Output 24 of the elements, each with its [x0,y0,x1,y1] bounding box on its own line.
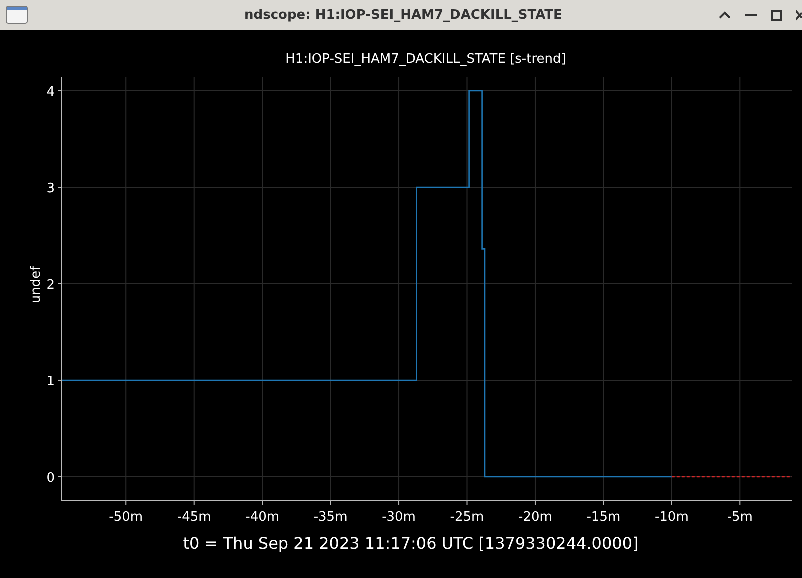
x-tick-label: -50m [109,510,144,525]
y-tick-label: 0 [46,470,55,486]
time-origin-label: t0 = Thu Sep 21 2023 11:17:06 UTC [1379330244.0000] [182,534,640,553]
x-tick-label: -10m [654,510,689,525]
x-tick-label: -35m [314,510,348,525]
y-tick-label: 2 [46,278,55,293]
x-tick-label: -45m [177,510,212,525]
y-tick-label: 1 [46,374,55,390]
x-tick-label: -25m [450,510,484,525]
window-title: ndscope: H1:IOP-SEI_HAM7_DACKILL_STATE [244,8,564,22]
minimize-icon[interactable] [745,14,757,16]
y-axis-label: undef [29,266,44,304]
window-icon [6,6,28,24]
maximize-icon[interactable] [771,10,782,20]
y-tick-label: 4 [46,85,55,100]
x-tick-label: -5m [727,510,753,525]
close-icon[interactable] [796,10,802,20]
chevron-up-icon[interactable] [719,11,731,19]
y-tick-label: 3 [46,181,55,196]
x-tick-label: -40m [246,510,280,525]
plot-title: H1:IOP-SEI_HAM7_DACKILL_STATE [s-trend] [284,52,568,69]
x-tick-label: -20m [518,510,552,525]
x-tick-label: -30m [382,510,416,525]
x-tick-label: -15m [586,510,621,525]
